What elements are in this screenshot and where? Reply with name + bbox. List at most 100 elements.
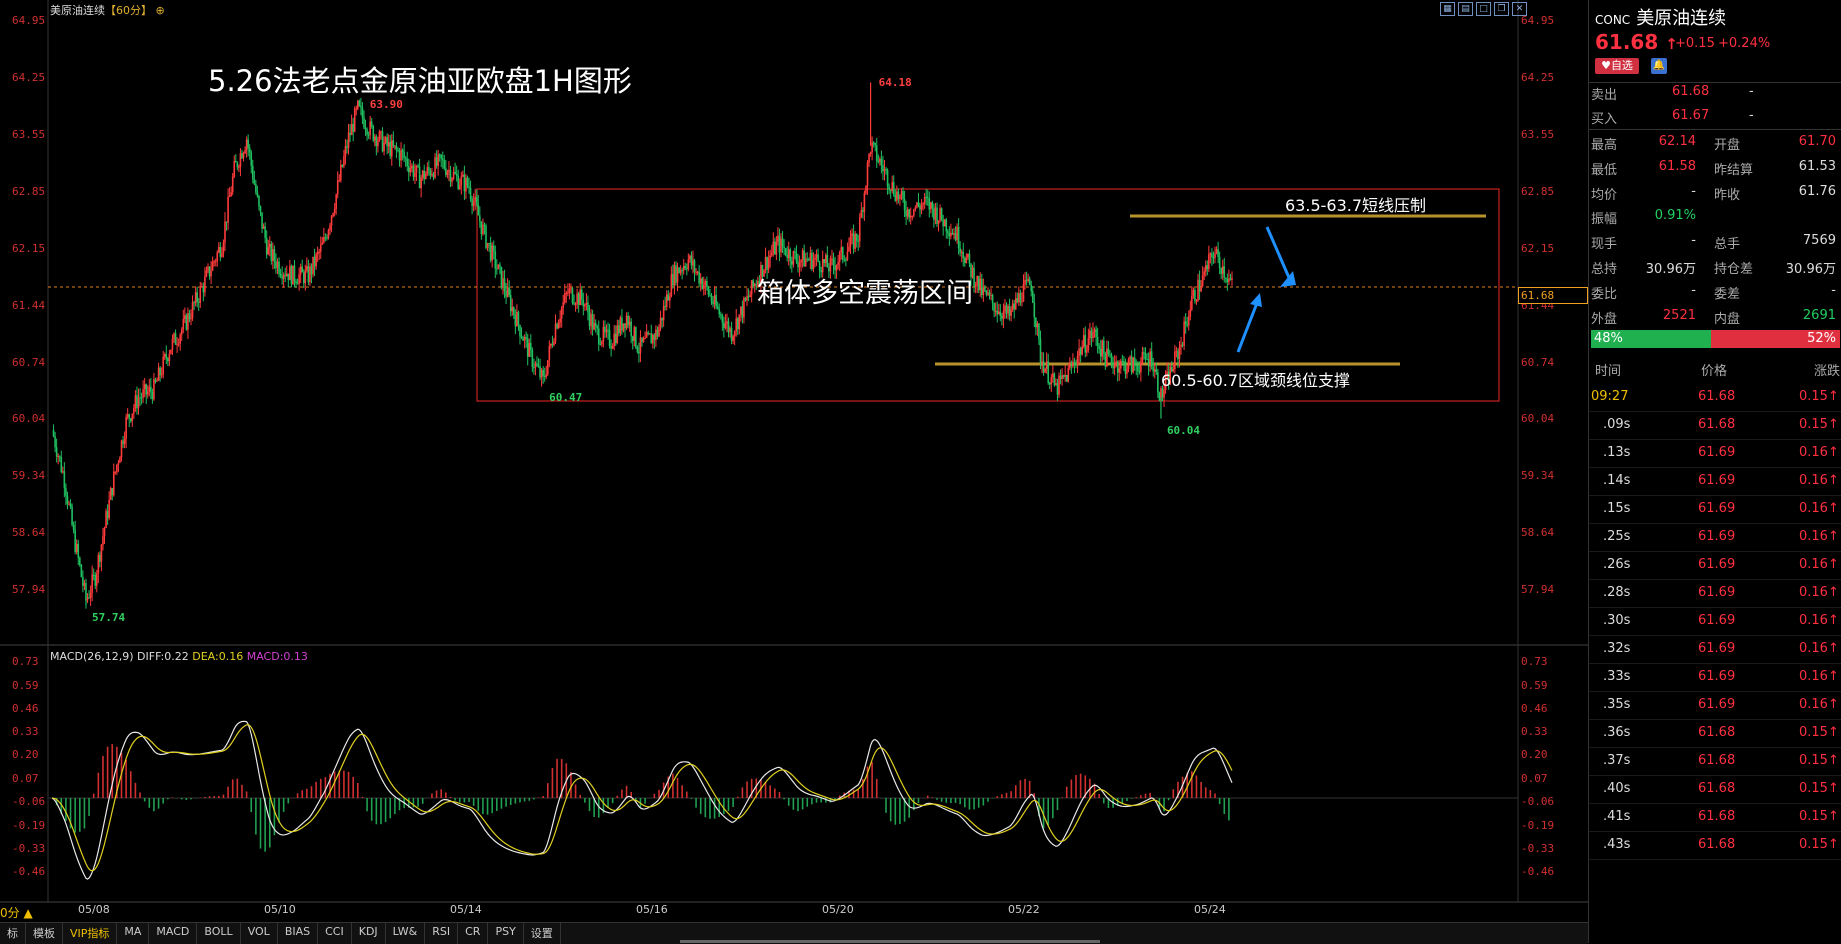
layout-icon[interactable]: ▤ (1458, 2, 1473, 16)
candle-body (222, 242, 225, 254)
candle-body (463, 174, 466, 192)
candle-body (466, 177, 469, 187)
candle-body (1047, 361, 1050, 384)
indicator-tab[interactable]: BIAS (278, 923, 319, 944)
candle-body (89, 592, 92, 598)
indicator-tab[interactable]: 设置 (524, 923, 561, 944)
stat-value: - (1691, 184, 1696, 199)
window-icon[interactable]: □ (1476, 2, 1491, 16)
candle-body (381, 131, 384, 152)
candle-body (445, 168, 447, 176)
candle-body (837, 262, 839, 266)
add-watchlist-button[interactable]: ♥自选 (1595, 58, 1639, 74)
indicator-tab[interactable]: CCI (318, 923, 352, 944)
indicator-tab[interactable]: RSI (425, 923, 459, 944)
candle-body (148, 386, 151, 392)
candle-body (126, 414, 129, 417)
macd-title: MACD(26,12,9) DIFF:0.22 DEA:0.16 MACD:0.… (50, 650, 308, 663)
current-price-tag: 61.68 (1518, 287, 1588, 304)
candle-body (1089, 330, 1091, 339)
candle-body (1143, 352, 1145, 354)
candle-body (621, 317, 623, 331)
candle-body (230, 192, 232, 197)
candle-body (1183, 321, 1185, 346)
candle-body (1118, 368, 1121, 373)
candle-body (204, 276, 206, 293)
indicator-tab[interactable]: 标 (0, 923, 26, 944)
sell-price: 61.68 (1672, 84, 1710, 99)
candle-body (352, 124, 354, 132)
candle-body (991, 295, 994, 304)
candle-body (109, 488, 112, 500)
candle-body (670, 274, 673, 297)
candle-body (1209, 253, 1212, 255)
candle-body (888, 186, 890, 190)
indicator-tab[interactable]: VIP指标 (63, 923, 118, 944)
period-label[interactable]: 【60分】 (105, 4, 152, 17)
stat-value: - (1691, 283, 1696, 298)
restore-icon[interactable]: ❐ (1494, 2, 1509, 16)
candle-body (1055, 383, 1057, 386)
candle-body (1214, 253, 1216, 258)
candle-body (973, 267, 975, 287)
trade-time: .32s (1603, 641, 1631, 656)
candle-body (221, 253, 223, 257)
indicator-tab[interactable]: MA (117, 923, 150, 944)
indicator-tab[interactable]: KDJ (352, 923, 386, 944)
candle-body (1030, 284, 1033, 292)
candle-body (157, 367, 160, 381)
candle-body (733, 331, 736, 337)
candle-body (834, 265, 836, 271)
candle-body (332, 213, 334, 217)
candle-body (387, 142, 390, 147)
trade-price: 61.69 (1698, 501, 1736, 516)
candle-body (905, 210, 907, 217)
indicator-tab[interactable]: PSY (488, 923, 524, 944)
candle-body (894, 194, 897, 201)
candle-body (323, 237, 325, 243)
indicator-tab[interactable]: MACD (149, 923, 198, 944)
indicator-tab[interactable]: CR (458, 923, 489, 944)
candle-body (979, 278, 982, 291)
candle-body (665, 294, 668, 307)
price-chart[interactable] (0, 0, 1588, 920)
candle-body (848, 246, 850, 252)
grid-icon[interactable]: ▦ (1440, 2, 1455, 16)
candle-body (767, 258, 770, 270)
indicator-tab[interactable]: LW& (386, 923, 426, 944)
bell-icon[interactable]: 🔔 (1651, 58, 1667, 74)
candle-body (902, 191, 904, 199)
chart-area[interactable]: 美原油连续【60分】 ⊕ ▦ ▤ □ ❐ ✕ 64.95 64.95 64.25 64… (0, 0, 1588, 920)
candle-body (845, 259, 847, 261)
candle-body (721, 314, 724, 323)
stat-value: 61.70 (1798, 134, 1836, 149)
candle-body (964, 258, 966, 263)
candle-body (749, 294, 751, 298)
cycle-toggle[interactable]: 0分 ▲ (0, 904, 33, 921)
indicator-tab[interactable]: BOLL (197, 923, 241, 944)
candle-body (786, 254, 788, 258)
candle-body (551, 343, 554, 346)
candle-body (267, 247, 270, 255)
candle-body (843, 259, 846, 261)
candle-body (817, 254, 819, 262)
candle-body (234, 161, 237, 163)
candle-body (244, 149, 246, 154)
indicator-tab[interactable]: 模板 (26, 923, 63, 944)
candle-body (563, 293, 566, 303)
candle-body (811, 252, 813, 270)
candle-body (1031, 291, 1034, 303)
candle-body (1225, 277, 1227, 280)
indicator-tab[interactable]: VOL (241, 923, 278, 944)
candle-body (1152, 366, 1155, 372)
macd-axis-label-right: 0.73 (1521, 655, 1548, 668)
candle-body (255, 184, 257, 193)
trade-time: .43s (1603, 837, 1631, 852)
candle-body (730, 328, 733, 341)
candle-body (908, 209, 910, 218)
trade-change: 0.16 (1799, 529, 1828, 544)
candle-body (250, 152, 253, 166)
candle-body (1086, 349, 1088, 353)
candle-body (92, 574, 95, 576)
add-icon[interactable]: ⊕ (156, 4, 165, 17)
